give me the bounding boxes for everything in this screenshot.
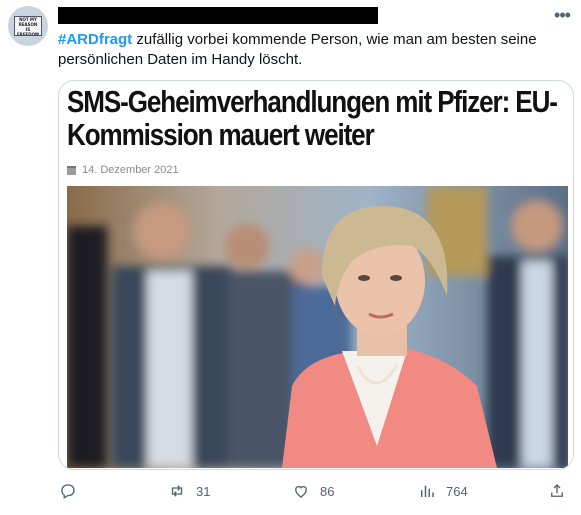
share-icon (551, 484, 563, 497)
article-date-text: 14. Dezember 2021 (82, 164, 179, 176)
retweet-icon (171, 485, 183, 497)
hashtag-link[interactable]: #ARDfragt (58, 31, 132, 48)
avatar[interactable]: NOT MY REASON IS FREEDOM (8, 6, 48, 46)
action-bar: 31 86 764 (0, 482, 581, 506)
views-count: 764 (446, 483, 468, 499)
views-icon (421, 485, 434, 497)
reply-icon (61, 484, 75, 499)
article-photo (67, 186, 568, 468)
article-headline: SMS-Geheimverhandlungen mit Pfizer: EU-K… (67, 84, 558, 152)
views-button[interactable]: 764 (418, 482, 468, 500)
like-count: 86 (320, 483, 335, 499)
retweet-count: 31 (196, 483, 211, 499)
link-card[interactable]: SMS-Geheimverhandlungen mit Pfizer: EU-K… (58, 80, 574, 470)
retweet-button[interactable]: 31 (168, 482, 210, 500)
like-icon (295, 485, 307, 498)
avatar-text: NOT MY REASON IS FREEDOM (14, 16, 42, 36)
article-date: 14. Dezember 2021 (67, 164, 179, 176)
calendar-icon (67, 165, 76, 175)
reply-button[interactable] (59, 482, 87, 500)
redacted-username (58, 7, 378, 24)
tweet-text: #ARDfragt zufällig vorbei kommende Perso… (58, 30, 558, 70)
like-button[interactable]: 86 (292, 482, 334, 500)
more-icon[interactable]: ••• (550, 6, 574, 26)
share-button[interactable] (548, 482, 576, 500)
